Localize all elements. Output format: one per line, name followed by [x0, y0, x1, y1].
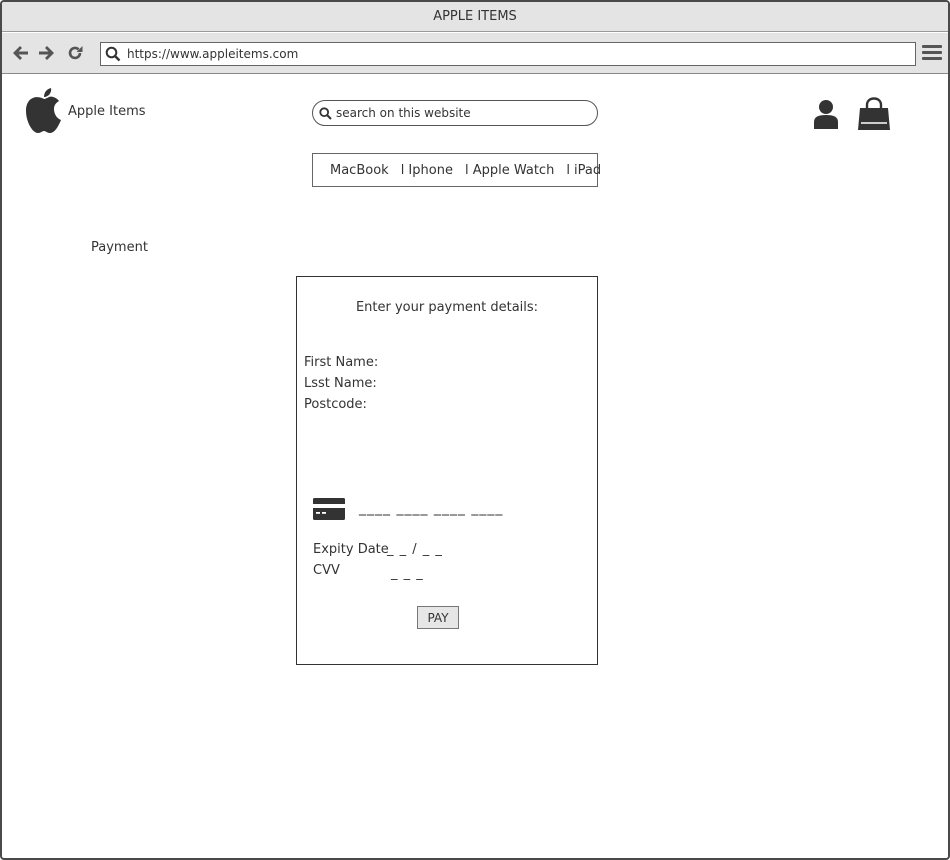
category-nav: MacBook l Iphone l Apple Watch l iPad — [312, 153, 601, 187]
first-name-label: First Name: — [304, 355, 379, 370]
hamburger-menu-icon — [922, 45, 942, 48]
site-search[interactable] — [312, 100, 598, 126]
reload-button[interactable] — [65, 43, 85, 63]
arrow-right-icon — [39, 46, 54, 60]
payment-panel: Enter your payment details: First Name: … — [296, 276, 598, 665]
credit-card-icon — [313, 498, 345, 520]
address-bar[interactable] — [100, 42, 916, 66]
last-name-label: Lsst Name: — [304, 376, 377, 391]
apple-logo-icon — [26, 88, 61, 133]
nav-item-iphone[interactable]: l Iphone — [401, 163, 453, 178]
cvv-input[interactable]: _ _ _ — [391, 566, 424, 581]
window-title: APPLE ITEMS — [433, 9, 517, 24]
browser-window: APPLE ITEMS https://www.appleitems.com A… — [0, 0, 950, 860]
nav-item-macbook[interactable]: MacBook — [330, 163, 389, 178]
browser-toolbar — [2, 33, 948, 74]
window-titlebar: APPLE ITEMS — [2, 2, 948, 32]
arrow-left-icon — [13, 46, 28, 60]
search-icon — [105, 46, 121, 62]
reload-icon — [68, 46, 83, 60]
back-button[interactable] — [11, 43, 31, 63]
nav-item-ipad[interactable]: l iPad — [566, 163, 601, 178]
user-icon[interactable] — [814, 99, 838, 129]
shopping-bag-icon[interactable] — [857, 97, 891, 131]
postcode-label: Postcode: — [304, 397, 367, 412]
search-input[interactable] — [336, 106, 586, 120]
expiry-date-label: Expity Date — [313, 542, 389, 557]
search-icon — [319, 106, 332, 120]
card-number-input[interactable]: ____ ____ ____ ____ — [359, 500, 503, 516]
page-title: Payment — [91, 240, 148, 255]
browser-menu-button[interactable] — [922, 45, 942, 63]
url-input[interactable] — [127, 44, 907, 64]
nav-item-apple-watch[interactable]: l Apple Watch — [465, 163, 554, 178]
brand-name: Apple Items — [68, 104, 146, 119]
payment-heading: Enter your payment details: — [355, 300, 539, 315]
expiry-date-input[interactable]: _ _ / _ _ — [387, 542, 443, 557]
pay-button[interactable]: PAY — [417, 606, 459, 629]
cvv-label: CVV — [313, 563, 340, 578]
forward-button[interactable] — [36, 43, 56, 63]
